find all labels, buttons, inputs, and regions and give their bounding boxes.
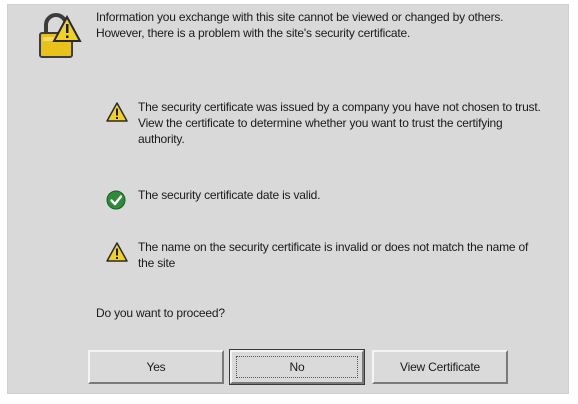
check-icon: [106, 190, 126, 210]
view-certificate-button-label: View Certificate: [400, 360, 480, 374]
view-certificate-button[interactable]: View Certificate: [372, 350, 508, 384]
warning-icon: [106, 242, 128, 262]
yes-button-label: Yes: [146, 360, 166, 374]
focus-rectangle: [236, 356, 358, 378]
warning-icon: [106, 102, 128, 122]
untrusted-issuer-text: The security certificate was issued by a…: [138, 100, 541, 146]
name-mismatch-text: The name on the security certificate is …: [138, 240, 529, 270]
yes-button[interactable]: Yes: [88, 350, 224, 384]
no-button[interactable]: No: [229, 349, 365, 385]
security-alert-dialog: Information you exchange with this site …: [7, 4, 569, 394]
lock-warning-icon: [39, 13, 82, 58]
intro-text: Information you exchange with this site …: [96, 10, 504, 40]
proceed-question: Do you want to proceed?: [96, 306, 225, 320]
date-valid-text: The security certificate date is valid.: [138, 188, 321, 202]
